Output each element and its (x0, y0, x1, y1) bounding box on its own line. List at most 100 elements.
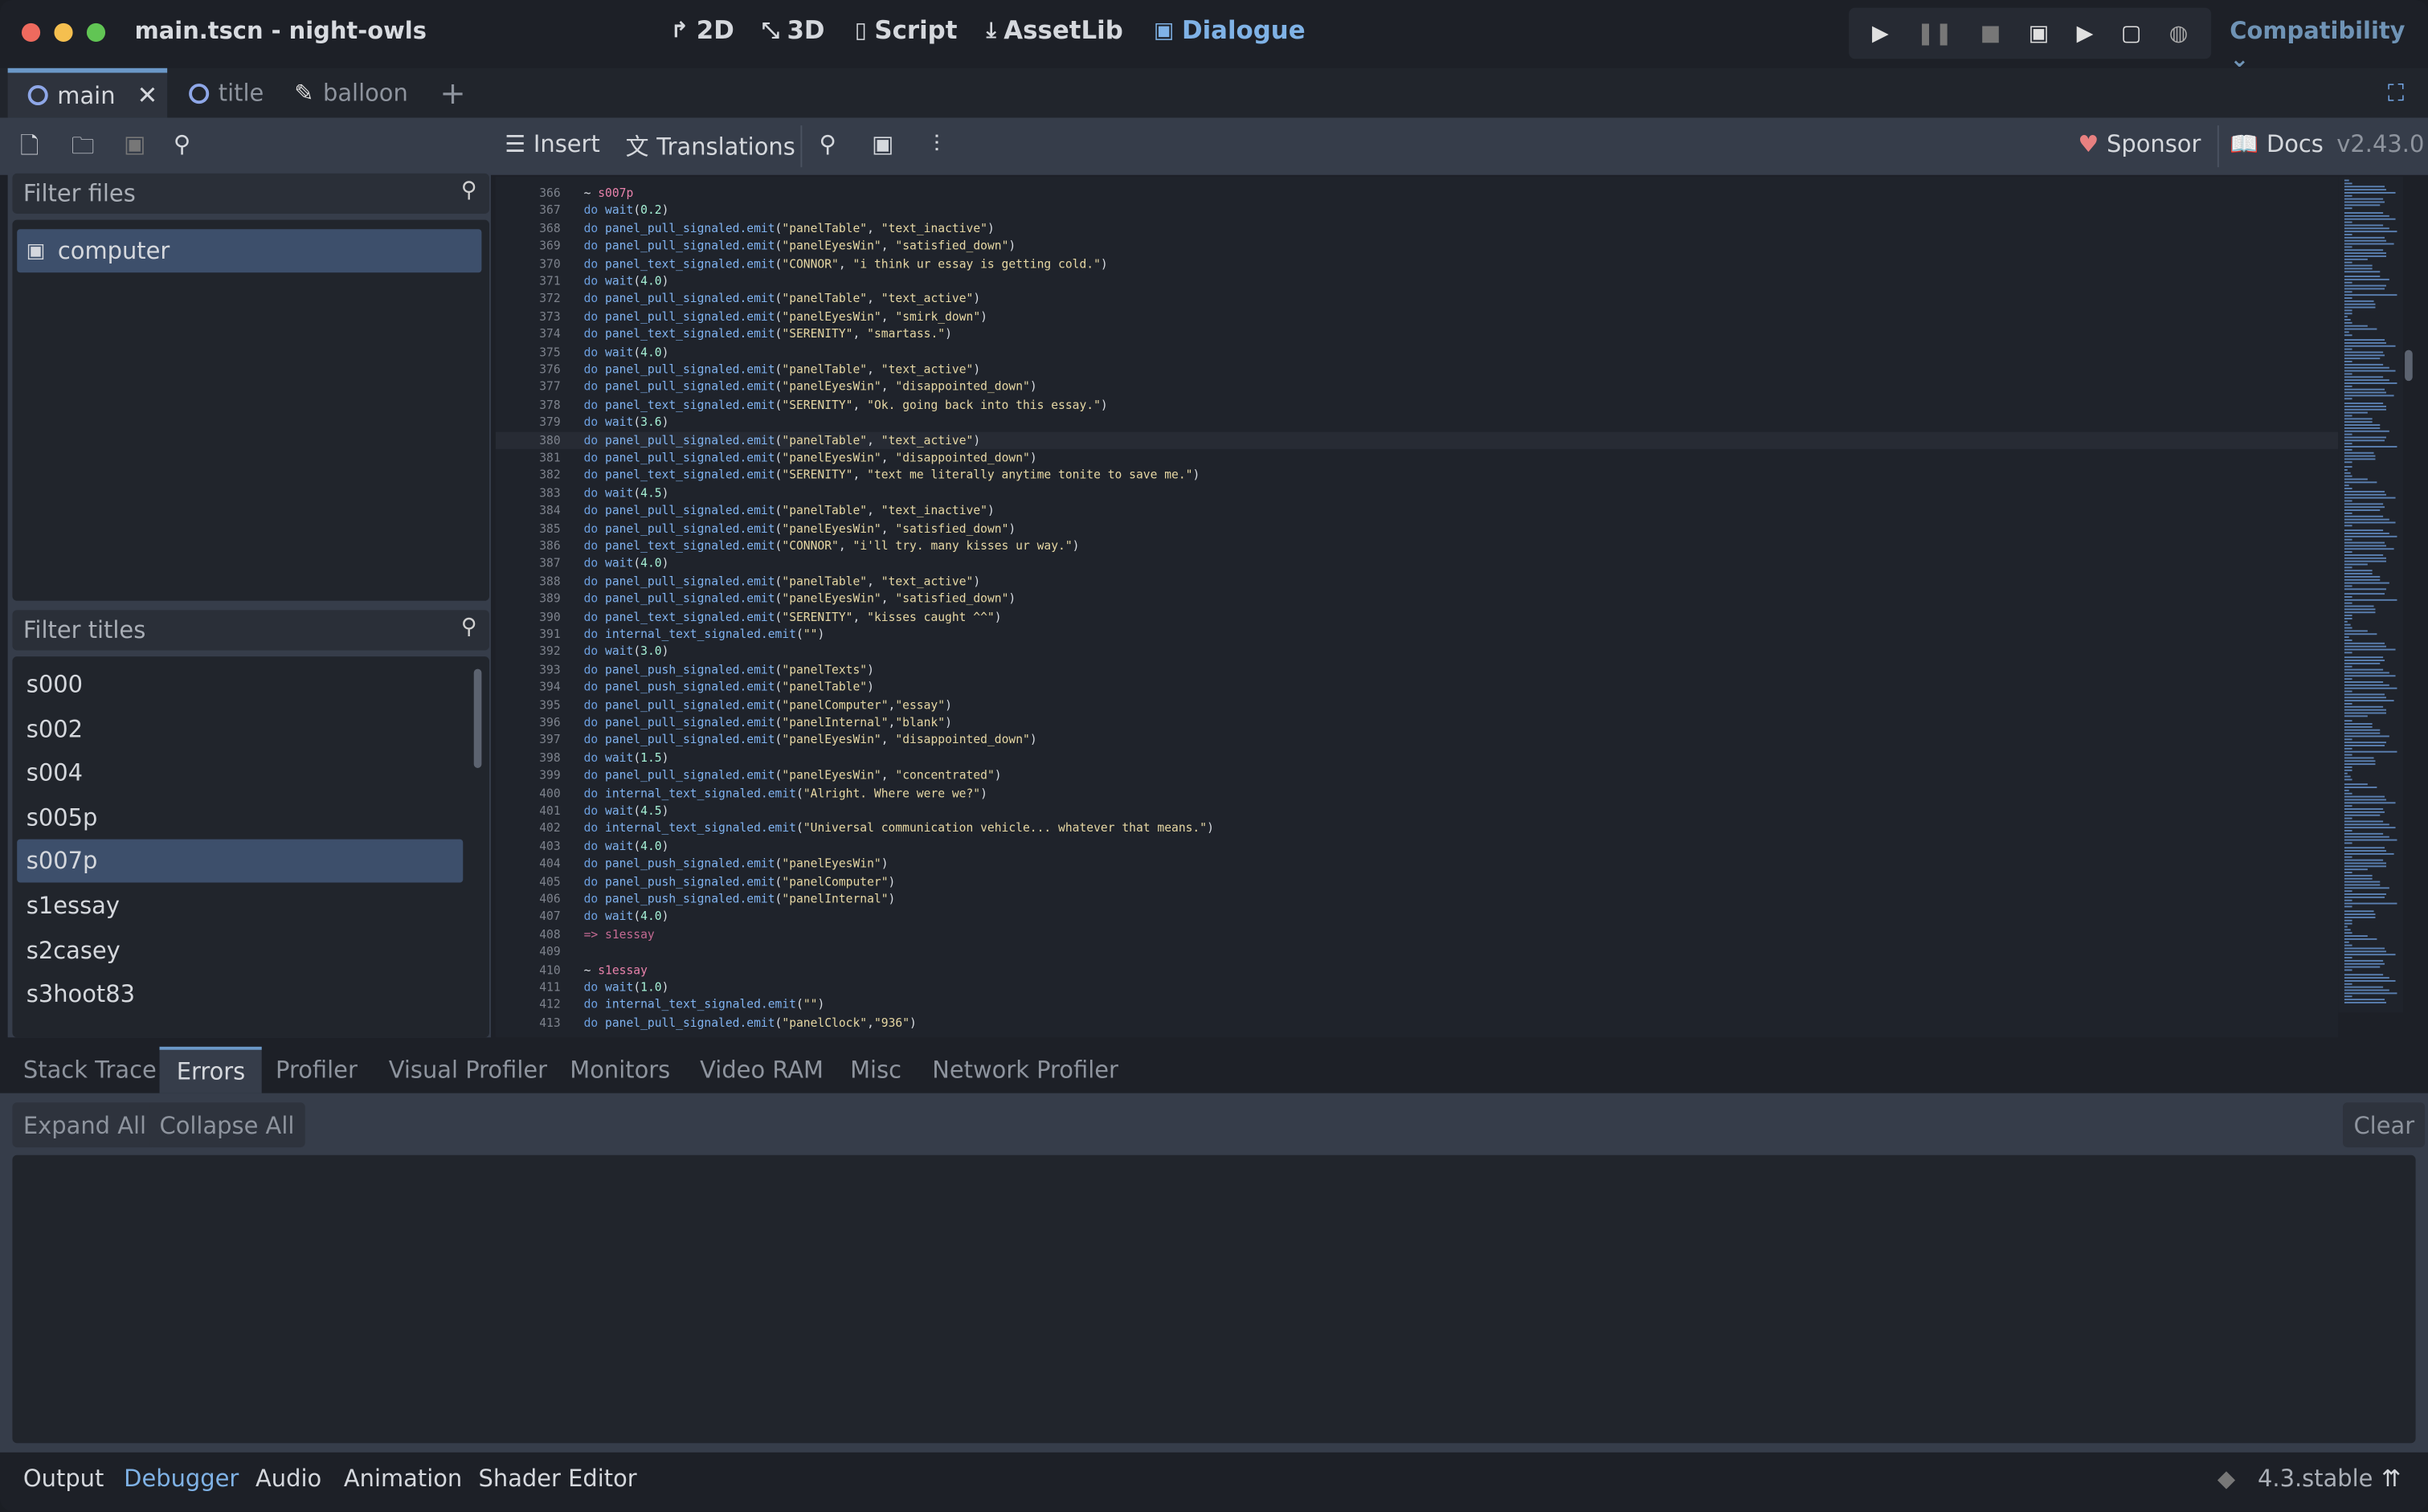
code-line[interactable]: 370 do panel_text_signaled.emit("CONNOR",… (496, 255, 2338, 272)
code-line[interactable]: 411 do wait(1.0) (496, 979, 2338, 996)
debugger-tab[interactable]: Video RAM (683, 1047, 840, 1093)
code-line[interactable]: 375 do wait(4.0) (496, 343, 2338, 361)
code-line[interactable]: 373 do panel_pull_signaled.emit("panelEye… (496, 308, 2338, 325)
find-in-files-icon[interactable]: ⚲ (174, 130, 190, 158)
code-line[interactable]: 379 do wait(3.6) (496, 414, 2338, 431)
code-line[interactable]: 385 do panel_pull_signaled.emit("panelEye… (496, 520, 2338, 537)
bottom-panel-tab[interactable]: Shader Editor (479, 1465, 637, 1493)
title-item[interactable]: s000 (17, 663, 463, 706)
play-icon[interactable]: ▶ (1872, 21, 1889, 46)
code-line[interactable]: 378 do panel_text_signaled.emit("SERENITY… (496, 396, 2338, 414)
code-line[interactable]: 402 do internal_text_signaled.emit("Unive… (496, 819, 2338, 837)
dialogue-code-editor[interactable]: 366 ~ s007p 367 do wait(0.2) 368 do panel_pul… (495, 176, 2339, 1038)
code-line[interactable]: 386 do panel_text_signaled.emit("CONNOR",… (496, 537, 2338, 555)
code-line[interactable]: 371 do wait(4.0) (496, 272, 2338, 290)
code-line[interactable]: 405 do panel_push_signaled.emit("panelCom… (496, 872, 2338, 890)
title-item[interactable]: s004 (17, 751, 463, 795)
code-line[interactable]: 389 do panel_pull_signaled.emit("panelEye… (496, 590, 2338, 608)
code-line[interactable]: 393 do panel_push_signaled.emit("panelTex… (496, 661, 2338, 679)
title-item[interactable]: s1essay (17, 884, 463, 927)
code-line[interactable]: 396 do panel_pull_signaled.emit("panelInt… (496, 713, 2338, 731)
code-scrollbar[interactable] (2405, 349, 2413, 382)
debugger-tab[interactable]: Misc (833, 1047, 918, 1093)
bottom-panel-tab[interactable]: Debugger (124, 1465, 239, 1493)
code-line[interactable]: 408 => s1essay (496, 926, 2338, 943)
new-file-icon[interactable]: 🗋 (20, 130, 39, 169)
title-item[interactable]: s002 (17, 707, 463, 750)
code-line[interactable]: 392 do wait(3.0) (496, 644, 2338, 661)
code-line[interactable]: 383 do wait(4.5) (496, 484, 2338, 502)
code-line[interactable]: 397 do panel_pull_signaled.emit("panelEye… (496, 731, 2338, 749)
code-line[interactable]: 410 ~ s1essay (496, 961, 2338, 979)
title-item[interactable]: s007p (17, 840, 464, 884)
settings-icon[interactable]: ⫶ (934, 130, 939, 158)
clear-button[interactable]: Clear (2343, 1102, 2426, 1148)
pause-icon[interactable]: ❚❚ (1916, 21, 1952, 46)
title-item[interactable]: s2casey (17, 929, 463, 972)
code-line[interactable]: 412 do internal_text_signaled.emit("") (496, 996, 2338, 1014)
workspace-script[interactable]: ▯ Script (855, 15, 958, 45)
code-line[interactable]: 387 do wait(4.0) (496, 555, 2338, 573)
play-custom-scene-icon[interactable]: ▢ (2121, 21, 2142, 46)
insert-button[interactable]: ☰ Insert (505, 130, 599, 158)
code-line[interactable]: 381 do panel_pull_signaled.emit("panelEye… (496, 449, 2338, 467)
search-icon[interactable]: ⚲ (820, 130, 836, 158)
tab-main[interactable]: main ✕ (7, 67, 168, 118)
code-line[interactable]: 388 do panel_pull_signaled.emit("panelTab… (496, 573, 2338, 590)
code-line[interactable]: 401 do wait(4.5) (496, 802, 2338, 819)
debugger-tab[interactable]: Errors (159, 1046, 263, 1093)
code-line[interactable]: 406 do panel_push_signaled.emit("panelInt… (496, 890, 2338, 908)
stop-icon[interactable]: ■ (1980, 21, 2001, 46)
code-line[interactable]: 399 do panel_pull_signaled.emit("panelEye… (496, 766, 2338, 784)
docs-button[interactable]: 📖 Docs (2230, 130, 2324, 158)
code-line[interactable]: 369 do panel_pull_signaled.emit("panelEye… (496, 237, 2338, 255)
code-line[interactable]: 384 do panel_pull_signaled.emit("panelTab… (496, 502, 2338, 520)
code-minimap[interactable] (2338, 176, 2404, 1013)
title-item[interactable]: s3hoot83 (17, 973, 463, 1016)
close-window-button[interactable] (21, 22, 41, 43)
code-line[interactable]: 407 do wait(4.0) (496, 908, 2338, 926)
code-line[interactable]: 409 (496, 943, 2338, 961)
code-line[interactable]: 366 ~ s007p (496, 184, 2338, 202)
sponsor-button[interactable]: ♥ Sponsor (2078, 130, 2201, 158)
collapse-all-button[interactable]: Collapse All (149, 1102, 305, 1148)
distraction-free-icon[interactable]: ⛶ (2388, 68, 2404, 118)
code-line[interactable]: 398 do wait(1.5) (496, 749, 2338, 766)
code-line[interactable]: 367 do wait(0.2) (496, 202, 2338, 219)
filter-titles-input[interactable]: Filter titles ⚲ (12, 610, 490, 651)
add-tab-button[interactable]: + (439, 68, 465, 118)
code-line[interactable]: 372 do panel_pull_signaled.emit("panelTab… (496, 290, 2338, 308)
code-line[interactable]: 400 do internal_text_signaled.emit("Alrig… (496, 784, 2338, 802)
workspace-dialogue[interactable]: ▣ Dialogue (1154, 15, 1306, 45)
debugger-tab[interactable]: Network Profiler (915, 1047, 1135, 1093)
open-folder-icon[interactable]: 🗀 (72, 130, 95, 169)
code-line[interactable]: 390 do panel_text_signaled.emit("SERENITY… (496, 608, 2338, 626)
translations-button[interactable]: 文 Translations (626, 130, 795, 162)
maximize-window-button[interactable] (86, 22, 106, 43)
renderer-select[interactable]: Compatibility ⌄ (2230, 17, 2428, 72)
code-line[interactable]: 404 do panel_push_signaled.emit("panelEye… (496, 855, 2338, 872)
tab-balloon[interactable]: ✎ balloon (294, 68, 408, 118)
workspace-3d[interactable]: ⤡ 3D (762, 15, 824, 45)
bottom-panel-tab[interactable]: Audio (255, 1465, 321, 1493)
code-line[interactable]: 413 do panel_pull_signaled.emit("panelClo… (496, 1014, 2338, 1032)
code-line[interactable]: 376 do panel_pull_signaled.emit("panelTab… (496, 361, 2338, 378)
debugger-tab[interactable]: Visual Profiler (372, 1047, 565, 1093)
code-line[interactable]: 380 do panel_pull_signaled.emit("panelTab… (495, 431, 2339, 449)
workspace-assetlib[interactable]: ⤓ AssetLib (987, 15, 1123, 45)
bottom-panel-tab[interactable]: Animation (344, 1465, 462, 1493)
filter-files-input[interactable]: Filter files ⚲ (12, 173, 490, 214)
code-line[interactable]: 377 do panel_pull_signaled.emit("panelEye… (496, 378, 2338, 396)
remote-debug-icon[interactable]: ▣ (2029, 21, 2050, 46)
test-dialogue-icon[interactable]: ▣ (872, 130, 893, 158)
code-line[interactable]: 403 do wait(4.0) (496, 837, 2338, 855)
debugger-tab[interactable]: Profiler (259, 1047, 374, 1093)
workspace-2d[interactable]: ↱ 2D (671, 15, 734, 45)
title-item[interactable]: s005p (17, 795, 463, 839)
code-line[interactable]: 395 do panel_pull_signaled.emit("panelCom… (496, 697, 2338, 714)
debugger-tab[interactable]: Stack Trace (6, 1047, 174, 1093)
code-line[interactable]: 394 do panel_push_signaled.emit("panelTab… (496, 679, 2338, 697)
minimize-window-button[interactable] (54, 22, 73, 43)
bottom-panel-tab[interactable]: Output (23, 1465, 104, 1493)
file-item[interactable]: ▣ computer (17, 229, 482, 273)
